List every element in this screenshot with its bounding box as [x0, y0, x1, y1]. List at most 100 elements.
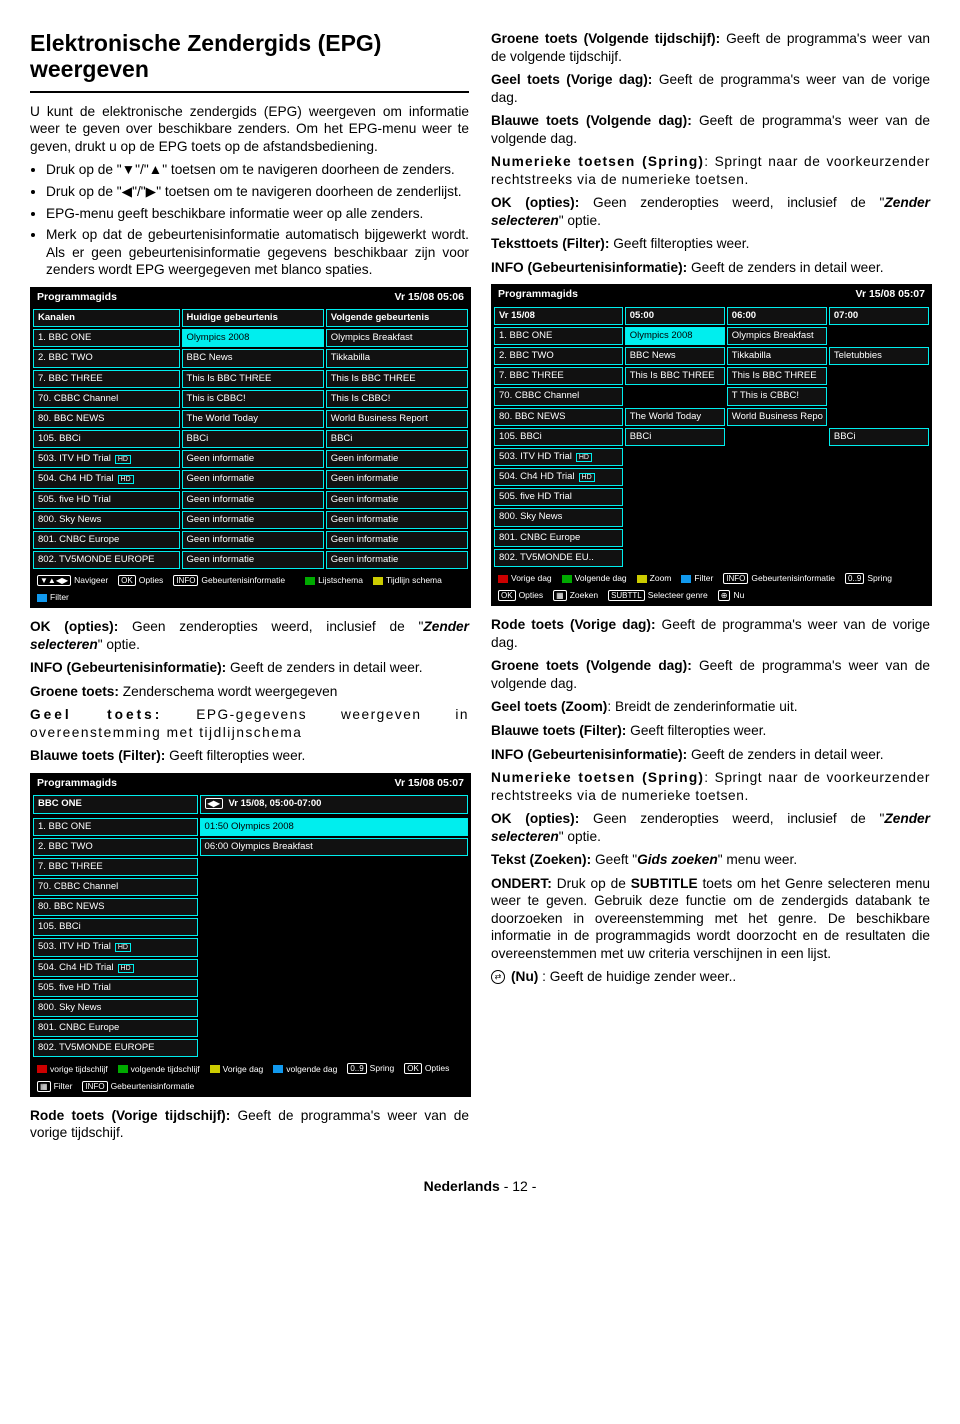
- epg1-cell: Geen informatie: [182, 450, 324, 468]
- lg-tijd: Tijdlijn schema: [386, 575, 442, 585]
- epg3-cell: [829, 549, 929, 567]
- epg3-cell: 802. TV5MONDE EU..: [494, 549, 623, 567]
- epg1-cell: Geen informatie: [182, 491, 324, 509]
- epg1-cell: 504. Ch4 HD TrialHD: [33, 470, 180, 488]
- epg2-ch-cell: 800. Sky News: [33, 999, 198, 1017]
- page-title: Elektronische Zendergids (EPG) weergeven: [30, 30, 441, 83]
- epg3-cell: This Is BBC THREE: [727, 367, 827, 385]
- lg3info: Gebeurtenisinformatie: [751, 573, 835, 583]
- epg1-cell: Olympics Breakfast: [326, 329, 468, 347]
- epg2-ch: BBC ONE: [33, 795, 198, 813]
- lg-ok: Opties: [139, 575, 164, 585]
- footer-lang: Nederlands: [424, 1178, 500, 1194]
- r1: Groene toets (Volgende tijdschijf): Geef…: [491, 30, 930, 65]
- epg2-ch-cell: 802. TV5MONDE EUROPE: [33, 1039, 198, 1057]
- epg2-prog-cell: 01:50 Olympics 2008: [200, 818, 468, 836]
- epg1-cell: 800. Sky News: [33, 511, 180, 529]
- epg1-cell: Geen informatie: [182, 551, 324, 569]
- line-blue: Blauwe toets (Filter): Geeft filteroptie…: [30, 747, 469, 765]
- footer-page: - 12 -: [500, 1178, 537, 1194]
- epg2-prog-cell: [200, 858, 468, 876]
- epg3-cell: 1. BBC ONE: [494, 327, 623, 345]
- epg3-cell: BBCi: [625, 428, 725, 446]
- epg2-prog-cell: 06:00 Olympics Breakfast: [200, 838, 468, 856]
- epg1-cell: 70. CBBC Channel: [33, 390, 180, 408]
- epg3-cell: BBC News: [625, 347, 725, 365]
- lg3a: Vorige dag: [511, 573, 552, 583]
- epg3-cell: [829, 387, 929, 405]
- lg3g: Selecteer genre: [648, 590, 708, 600]
- epg3-cell: [727, 448, 827, 466]
- epg3-time: Vr 15/08 05:07: [856, 288, 925, 301]
- epg3-cell: BBCi: [829, 428, 929, 446]
- epg1-cell: Geen informatie: [326, 491, 468, 509]
- epg1-cell: 2. BBC TWO: [33, 349, 180, 367]
- epg3-cell: [727, 549, 827, 567]
- epg3-cell: [727, 488, 827, 506]
- epg3-cell: [727, 468, 827, 486]
- epg3-table: Vr 15/0805:0006:0007:00 1. BBC ONE Olympi…: [492, 305, 931, 569]
- epg1-cell: Geen informatie: [182, 470, 324, 488]
- epg1-cell: 505. five HD Trial: [33, 491, 180, 509]
- epg3-legend: Vorige dag Volgende dag Zoom Filter INFO…: [492, 569, 931, 605]
- epg2-ch-cell: 105. BBCi: [33, 918, 198, 936]
- epg3-cell: 801. CNBC Europe: [494, 529, 623, 547]
- epg3-cell: [829, 448, 929, 466]
- epg2-prog-cell: [200, 878, 468, 896]
- bullet-2: Druk op de "◀"/"▶" toetsen om te naviger…: [46, 183, 469, 201]
- epg2-legend: vorige tijdschlijf volgende tijdschlijf …: [31, 1059, 470, 1095]
- epg3-cell: [625, 448, 725, 466]
- epg2-ch-cell: 70. CBBC Channel: [33, 878, 198, 896]
- epg2-ch-cell: 80. BBC NEWS: [33, 898, 198, 916]
- epg1-cell: This is CBBC!: [182, 390, 324, 408]
- footer: Nederlands - 12 -: [30, 1178, 930, 1196]
- epg1-cell: The World Today: [182, 410, 324, 428]
- epg2-prog-cell: [200, 898, 468, 916]
- h2: 06:00: [727, 307, 827, 325]
- lg3n: Nu: [733, 590, 744, 600]
- epg2-prog-cell: [200, 979, 468, 997]
- epg1-time: Vr 15/08 05:06: [395, 291, 464, 304]
- r7: INFO (Gebeurtenisinformatie): Geeft de z…: [491, 259, 930, 277]
- epg2-subbar: BBC ONE◀▶ Vr 15/08, 05:00-07:00: [31, 793, 470, 815]
- h3: 07:00: [829, 307, 929, 325]
- r13: Numerieke toetsen (Spring): Springt naar…: [491, 769, 930, 804]
- r2: Geel toets (Vorige dag): Geeft de progra…: [491, 71, 930, 106]
- lg-filter: Filter: [50, 592, 69, 602]
- col-left: Elektronische Zendergids (EPG) weergeven…: [30, 30, 469, 1148]
- epg1-cell: Geen informatie: [326, 531, 468, 549]
- epg2-title: Programmagids: [37, 777, 117, 790]
- epg3-cell: [829, 529, 929, 547]
- line-info: INFO (Gebeurtenisinformatie): Geeft de z…: [30, 659, 469, 677]
- line-red-prev: Rode toets (Vorige tijdschijf): Geeft de…: [30, 1107, 469, 1142]
- r12: INFO (Gebeurtenisinformatie): Geeft de z…: [491, 746, 930, 764]
- lg-nav: Navigeer: [74, 575, 108, 585]
- r11: Blauwe toets (Filter): Geeft filteroptie…: [491, 722, 930, 740]
- lg2b: volgende tijdschlijf: [131, 1064, 200, 1074]
- epg2-prog-cell: [200, 918, 468, 936]
- epg3-cell: Olympics Breakfast: [727, 327, 827, 345]
- h1: 05:00: [625, 307, 725, 325]
- epg2-ch-cell: 801. CNBC Europe: [33, 1019, 198, 1037]
- r6: Teksttoets (Filter): Geeft filteropties …: [491, 235, 930, 253]
- epg2-time: Vr 15/08 05:07: [395, 777, 464, 790]
- lg-list: Lijstschema: [318, 575, 363, 585]
- swap-icon: ⇄: [491, 970, 505, 984]
- epg1-cell: Tikkabilla: [326, 349, 468, 367]
- epg-list-view: ProgrammagidsVr 15/08 05:06 KanalenHuidi…: [30, 287, 471, 609]
- epg2-ch-cell: 7. BBC THREE: [33, 858, 198, 876]
- lg2f: Filter: [54, 1081, 73, 1091]
- epg1-cell: BBCi: [326, 430, 468, 448]
- epg3-cell: [829, 367, 929, 385]
- intro: U kunt de elektronische zendergids (EPG)…: [30, 103, 469, 156]
- h0: Vr 15/08: [494, 307, 623, 325]
- epg3-cell: The World Today: [625, 408, 725, 426]
- epg3-cell: [727, 529, 827, 547]
- epg3-title: Programmagids: [498, 288, 578, 301]
- epg-schedule-view: Programmagids Vr 15/08 05:07 BBC ONE◀▶ Vr…: [30, 773, 471, 1097]
- lg3b: Volgende dag: [575, 573, 627, 583]
- r15: Tekst (Zoeken): Geeft "Gids zoeken" menu…: [491, 851, 930, 869]
- epg3-cell: T This is CBBC!: [727, 387, 827, 405]
- lg2a: vorige tijdschlijf: [50, 1064, 108, 1074]
- epg2-prog-cell: [200, 1039, 468, 1057]
